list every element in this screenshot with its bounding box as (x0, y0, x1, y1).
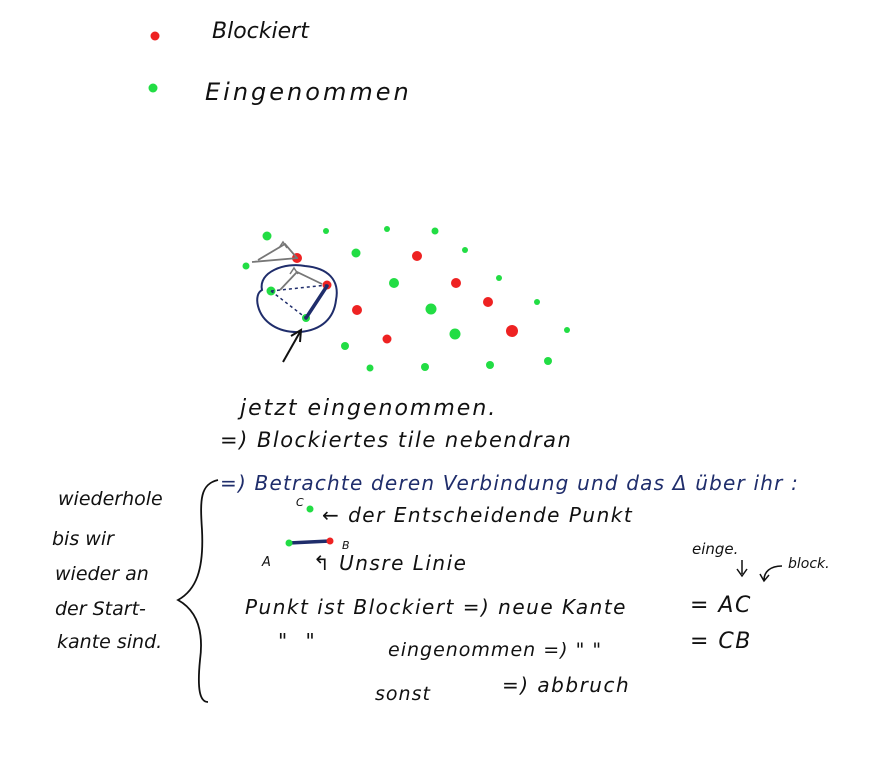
rule-2-ditto: " " (278, 629, 321, 653)
taken-tile (544, 357, 552, 365)
rule-1-result: = AC (690, 593, 752, 618)
rules: Punkt ist Blockiert =) neue Kante = AC "… (245, 593, 752, 705)
taken-tile (242, 262, 250, 270)
legend-blocked-dot (150, 31, 160, 41)
curly-brace (176, 479, 219, 703)
taken-tile (449, 328, 461, 340)
taken-tile (323, 228, 329, 234)
taken-tile (534, 299, 540, 305)
legend-blocked-label: Blockiert (212, 19, 310, 44)
rule-3-condition: sonst (375, 683, 431, 705)
tile-grid (242, 226, 570, 372)
taken-tile (262, 231, 272, 241)
legend: Blockiert Eingenommen (148, 19, 412, 106)
blocked-tile (506, 325, 518, 337)
side-note-line: der Start- (55, 598, 146, 620)
header-taken: einge. (692, 540, 738, 558)
line-note: ↰ Unsre Linie (313, 551, 467, 575)
point-b-dot (326, 537, 334, 545)
blocked-tile (451, 278, 461, 288)
instruction-text: =) Betrachte deren Verbindung und das Δ … (220, 471, 799, 495)
header-blocked: block. (788, 556, 830, 572)
taken-tile (425, 303, 437, 315)
header-blocked-arrow (759, 565, 783, 583)
point-c-note: ← der Entscheidende Punkt (322, 503, 633, 527)
blocked-tile (483, 297, 493, 307)
taken-tile (384, 226, 390, 232)
legend-taken-dot (148, 83, 158, 93)
taken-tile (341, 342, 349, 350)
rule-2-result: = CB (690, 629, 752, 654)
point-c-dot (306, 505, 314, 513)
rule-headers: einge. block. (692, 540, 830, 583)
header-taken-arrow (736, 560, 748, 578)
arrow-note: jetzt eingenommen. (237, 396, 497, 421)
legend-taken-label: Eingenommen (205, 78, 412, 106)
taken-tile (564, 327, 570, 333)
side-note-line: wieder an (55, 563, 149, 585)
taken-tile (462, 247, 468, 253)
side-note-line: wiederhole (58, 488, 163, 510)
rule-3-result: =) abbruch (502, 673, 630, 697)
taken-tile (421, 363, 429, 371)
taken-tile (389, 278, 399, 288)
taken-tile (486, 361, 494, 369)
mini-diagram: C ← der Entscheidende Punkt A B ↰ Unsre … (261, 496, 633, 575)
side-note-line: bis wir (52, 528, 115, 550)
our-line (287, 539, 332, 545)
grey-triangle-upper (251, 242, 299, 263)
blocked-tile (412, 251, 422, 261)
grey-arrow-head-2 (289, 266, 299, 275)
rule-1-condition: Punkt ist Blockiert =) neue Kante (245, 595, 627, 619)
taken-tile (351, 248, 361, 258)
blocked-tile (382, 334, 392, 344)
side-note: wiederhole bis wir wieder an der Start- … (52, 488, 163, 653)
taken-tile (366, 364, 374, 372)
current-edge-line (304, 284, 329, 320)
selection-loop (256, 264, 338, 334)
note-blocked-tile: =) Blockiertes tile nebendran (220, 428, 572, 452)
blocked-tile (352, 305, 362, 315)
rule-2-condition: eingenommen =) " " (388, 639, 602, 661)
point-a-label: A (261, 555, 271, 570)
sketch-canvas: Blockiert Eingenommen jetzt eingenommen.… (52, 19, 830, 705)
point-a-dot (285, 539, 293, 547)
taken-tile (496, 275, 502, 281)
point-c-label: C (296, 496, 304, 509)
side-note-line: kante sind. (57, 631, 162, 653)
taken-tile (431, 227, 439, 235)
